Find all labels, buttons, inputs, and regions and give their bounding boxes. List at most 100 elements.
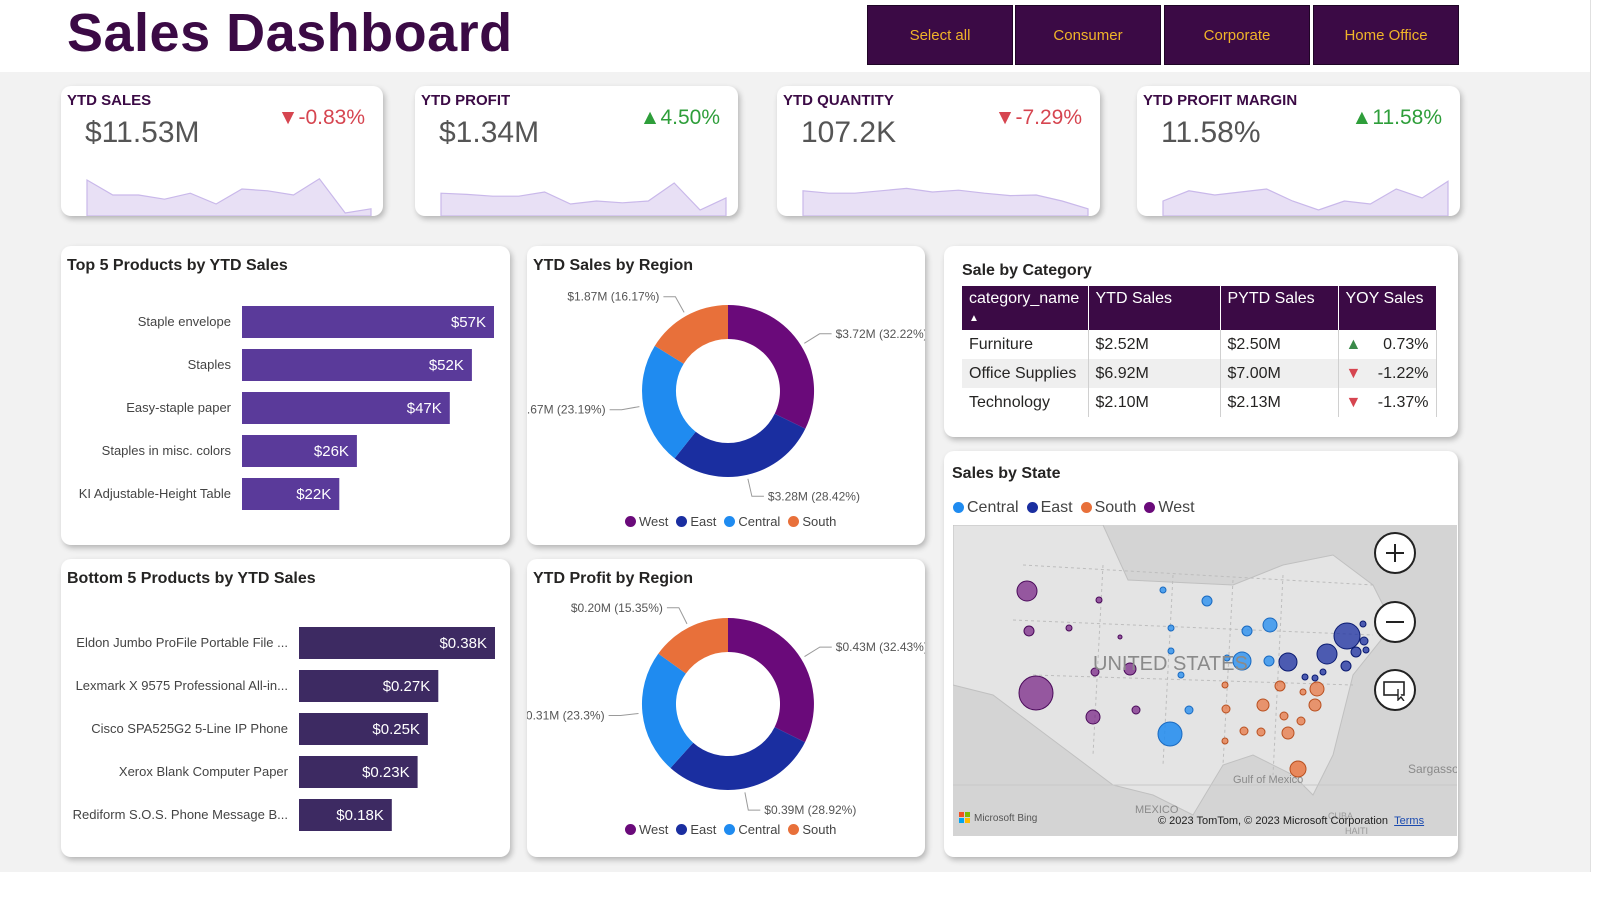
segment-consumer-button[interactable]: Consumer — [1015, 5, 1161, 65]
sparkline-area — [802, 187, 1089, 216]
top-products-card: Top 5 Products by YTD Sales Staple envel… — [61, 246, 510, 545]
zoom-in-button[interactable] — [1374, 532, 1416, 574]
microsoft-logo-icon — [959, 812, 970, 823]
bar-value-label: $0.25K — [372, 721, 420, 738]
kpi-card-ytd-sales: YTD SALES $11.53M ▼-0.83% — [61, 86, 383, 216]
kpi-delta: ▲11.58% — [1351, 106, 1442, 129]
table-row[interactable]: Furniture $2.52M $2.50M ▲ 0.73% — [962, 330, 1437, 359]
kpi-delta: ▲4.50% — [639, 106, 720, 129]
kpi-card-ytd-profit-margin: YTD PROFIT MARGIN 11.58% ▲11.58% — [1137, 86, 1460, 216]
column-header-ytd-sales[interactable]: YTD Sales — [1088, 286, 1221, 330]
segment-corporate-button[interactable]: Corporate — [1164, 5, 1310, 65]
map-country-label: UNITED STATES — [1093, 653, 1248, 675]
donut-slice-central — [642, 345, 696, 459]
sparkline-area — [440, 182, 727, 216]
bar-category-label: KI Adjustable-Height Table — [79, 486, 231, 501]
legend-central: Central — [724, 514, 780, 529]
cell-yoy: ▼ -1.22% — [1338, 359, 1437, 388]
legend-west: West — [625, 822, 668, 837]
table-row[interactable]: Office Supplies $6.92M $7.00M ▼ -1.22% — [962, 359, 1437, 388]
donut-data-label: $2.67M (23.19%) — [527, 403, 606, 417]
bar-category-label: Staples — [188, 357, 232, 372]
legend-west: West — [1144, 499, 1195, 517]
profit-region-legend: West East Central South — [625, 822, 836, 837]
sparkline-area — [86, 177, 372, 216]
donut-slice-east — [670, 727, 805, 791]
column-header-pytd-sales[interactable]: PYTD Sales — [1220, 286, 1339, 330]
donut-slice-west — [728, 618, 814, 743]
down-triangle-icon: ▼ — [1345, 393, 1362, 411]
column-header-yoy-sales[interactable]: YOY Sales — [1338, 286, 1437, 330]
donut-data-label: $3.72M (32.22%) — [836, 327, 925, 341]
kpi-card-ytd-quantity: YTD QUANTITY 107.2K ▼-7.29% — [777, 86, 1100, 216]
select-area-button[interactable] — [1374, 669, 1416, 711]
segment-select-all-button[interactable]: Select all — [867, 5, 1013, 65]
up-triangle-icon: ▲ — [639, 106, 661, 129]
kpi-card-ytd-profit: YTD PROFIT $1.34M ▲4.50% — [415, 86, 738, 216]
kpi-value: $1.34M — [439, 116, 540, 149]
legend-east: East — [1026, 499, 1073, 517]
donut-data-label: $0.43M (32.43%) — [836, 640, 925, 654]
cell-yoy: ▼ -1.37% — [1338, 388, 1437, 417]
legend-east: East — [676, 822, 716, 837]
bar-value-label: $52K — [429, 357, 464, 374]
legend-west: West — [625, 514, 668, 529]
column-header-category[interactable]: category_name ▲ — [962, 286, 1089, 330]
bar-value-label: $26K — [314, 443, 349, 460]
kpi-sparkline — [440, 182, 727, 216]
kpi-title: YTD PROFIT — [421, 92, 511, 109]
bar-value-label: $0.27K — [383, 678, 431, 695]
cell-ytd: $6.92M — [1088, 359, 1221, 388]
profit-region-donut: $0.43M (32.43%) $0.39M (28.92%) $0.31M (23… — [527, 601, 925, 817]
kpi-sparkline — [1162, 180, 1449, 216]
bar-value-label: $47K — [407, 400, 442, 417]
bar-category-label: Lexmark X 9575 Professional All-in... — [76, 678, 288, 693]
cell-pytd: $7.00M — [1220, 359, 1339, 388]
down-triangle-icon: ▼ — [277, 106, 299, 129]
minus-icon — [1386, 621, 1404, 623]
donut-data-label: $0.20M (15.35%) — [571, 601, 663, 615]
bar-value-label: $0.38K — [439, 635, 487, 652]
down-triangle-icon: ▼ — [1345, 364, 1362, 382]
state-bubble-map[interactable]: UNITED STATES Gulf of Mexico MEXICO Sarg… — [953, 525, 1457, 836]
legend-south: South — [788, 514, 836, 529]
cell-pytd: $2.13M — [1220, 388, 1339, 417]
sales-region-card: YTD Sales by Region $3.72M (32.22%) $3.28… — [527, 246, 925, 545]
kpi-delta: ▼-0.83% — [277, 106, 365, 129]
legend-east: East — [676, 514, 716, 529]
table-row[interactable]: Technology $2.10M $2.13M ▼ -1.37% — [962, 388, 1437, 417]
leader-line — [804, 646, 832, 658]
map-sargasso-label: Sargasso — [1408, 762, 1457, 776]
panel-title: Sales by State — [952, 465, 1061, 482]
legend-south: South — [788, 822, 836, 837]
zoom-out-button[interactable] — [1374, 601, 1416, 643]
bar-category-label: Xerox Blank Computer Paper — [119, 764, 289, 779]
leader-line — [609, 406, 640, 411]
bing-logo: Microsoft Bing — [959, 812, 1037, 824]
up-triangle-icon: ▲ — [1351, 106, 1373, 129]
bar-category-label: Cisco SPA525G2 5-Line IP Phone — [91, 721, 288, 736]
map-gulf-label: Gulf of Mexico — [1233, 774, 1303, 786]
vertical-scrollbar[interactable] — [1590, 0, 1604, 872]
leader-line — [747, 478, 764, 497]
leader-line — [663, 296, 685, 313]
page-title: Sales Dashboard — [67, 3, 513, 63]
kpi-sparkline — [86, 177, 372, 216]
bottom-bar — [0, 872, 1604, 908]
leader-line — [608, 713, 639, 716]
cell-yoy: ▲ 0.73% — [1338, 330, 1437, 359]
terms-link[interactable]: Terms — [1394, 815, 1424, 827]
sort-ascending-icon[interactable]: ▲ — [969, 313, 979, 324]
donut-slice-east — [674, 413, 806, 478]
segment-home-office-button[interactable]: Home Office — [1313, 5, 1459, 65]
kpi-value: $11.53M — [85, 116, 200, 149]
kpi-delta: ▼-7.29% — [994, 106, 1082, 129]
state-map-legend: Central East South West — [953, 499, 1195, 517]
cell-ytd: $2.52M — [1088, 330, 1221, 359]
donut-data-label: $0.39M (28.92%) — [764, 803, 856, 817]
bar-category-label: Easy-staple paper — [126, 400, 231, 415]
cell-ytd: $2.10M — [1088, 388, 1221, 417]
leader-line — [744, 792, 761, 811]
donut-data-label: $3.28M (28.42%) — [768, 489, 860, 503]
donut-data-label: $0.31M (23.3%) — [527, 709, 605, 723]
